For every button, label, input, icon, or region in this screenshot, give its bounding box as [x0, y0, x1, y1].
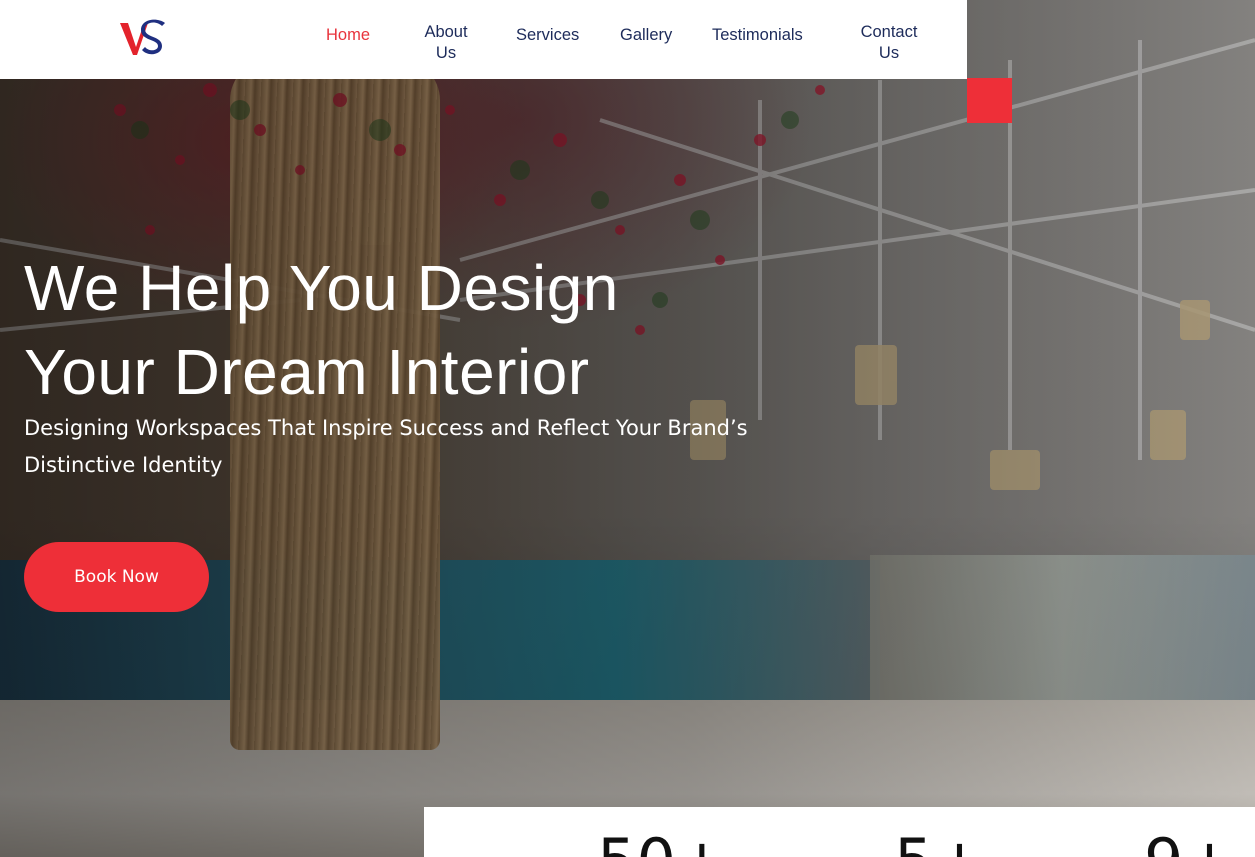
nav-home[interactable]: Home: [326, 25, 370, 46]
nav-gallery[interactable]: Gallery: [620, 25, 672, 46]
brand-logo[interactable]: [118, 17, 168, 59]
stat-value: 9+: [1144, 827, 1235, 857]
nav-contact-us[interactable]: Contact Us: [852, 22, 926, 64]
accent-square: [967, 78, 1012, 123]
stat-value: 5+: [894, 827, 985, 857]
hero-headline-line2: Your Dream Interior: [24, 336, 590, 408]
hero-subheadline: Designing Workspaces That Inspire Succes…: [24, 416, 748, 477]
stat-value: 50+: [597, 827, 728, 857]
nav-testimonials[interactable]: Testimonials: [712, 25, 803, 46]
top-navbar: Home About Us Services Gallery Testimoni…: [0, 0, 967, 79]
book-now-button[interactable]: Book Now: [24, 542, 209, 612]
nav-services[interactable]: Services: [516, 25, 579, 46]
stats-panel: 50+ 5+ 9+: [424, 807, 1255, 857]
hero-headline-line1: We Help You Design: [24, 252, 619, 324]
hero-headline: We Help You Design Your Dream Interior: [24, 246, 784, 414]
nav-about-us[interactable]: About Us: [418, 22, 474, 64]
